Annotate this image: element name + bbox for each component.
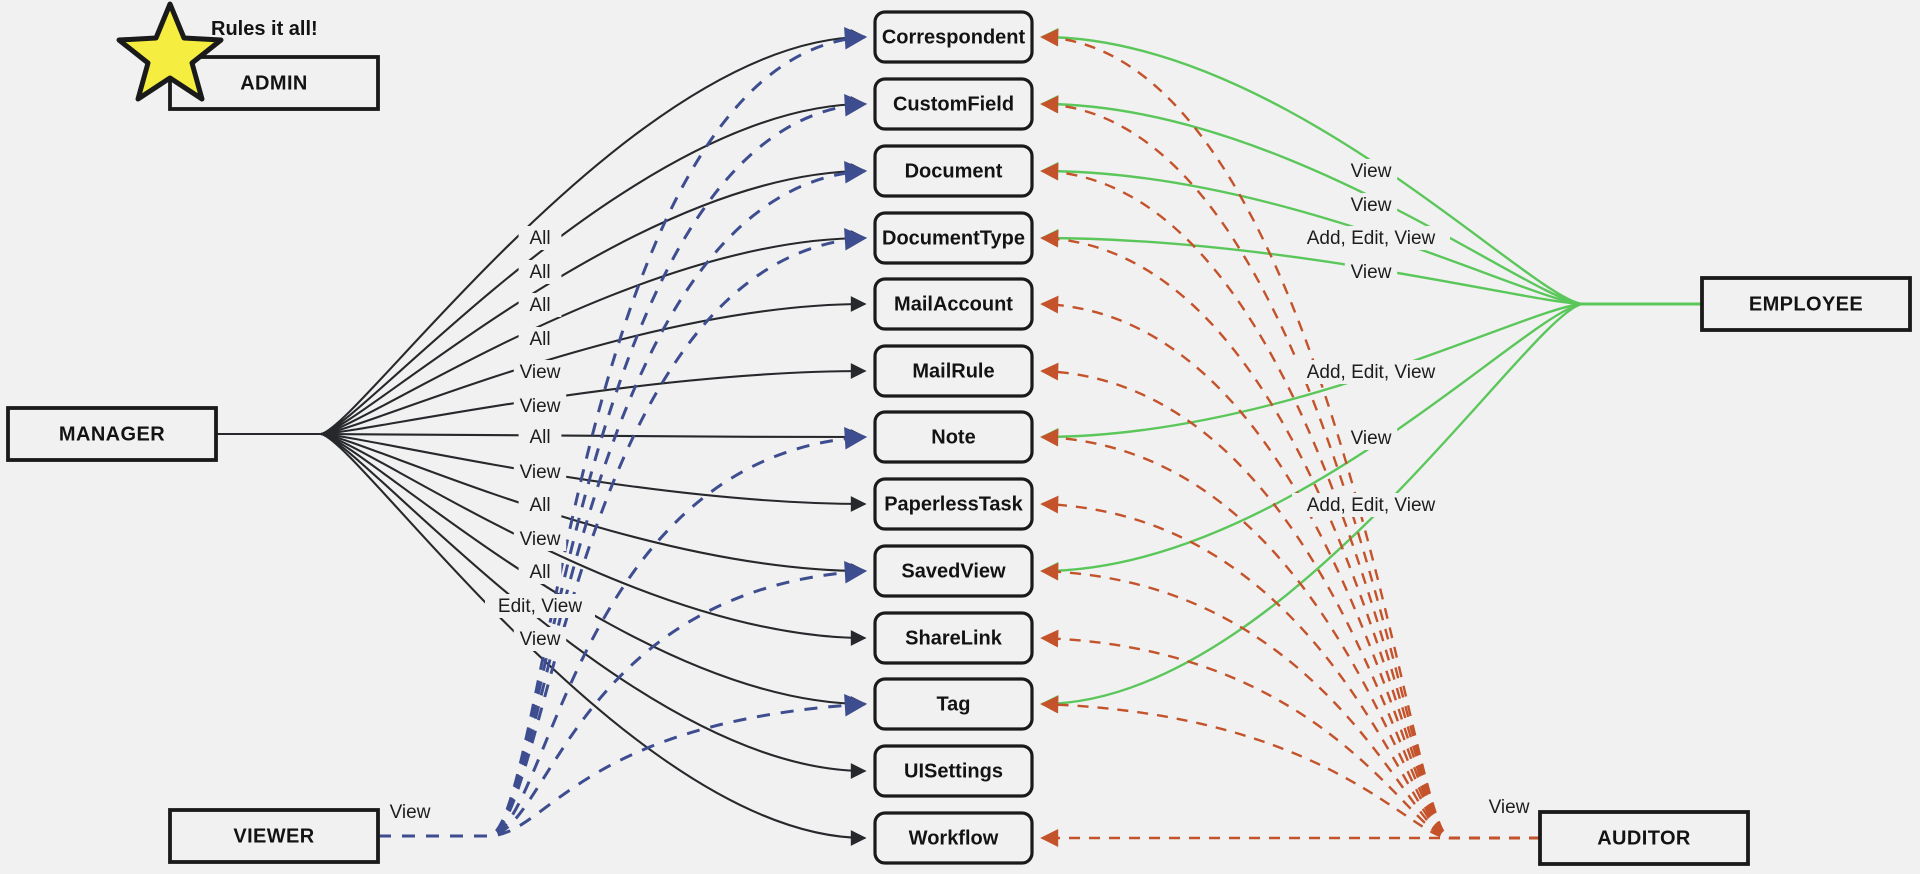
- star-note-label: Rules it all!: [211, 18, 318, 40]
- entity-node-uisettings-label: UISettings: [904, 760, 1003, 782]
- edge-label-manager-sharelink: View: [520, 529, 561, 550]
- edge-viewer-to-customfield: [378, 94, 868, 838]
- edge-auditor-to-tag: [1040, 695, 1540, 840]
- entity-node-documenttype[interactable]: DocumentType: [873, 211, 1034, 265]
- edge-label-manager-document: All: [529, 295, 550, 316]
- entity-node-uisettings[interactable]: UISettings: [873, 744, 1034, 798]
- edge-label-manager-note: All: [529, 427, 550, 448]
- actor-node-auditor-label: AUDITOR: [1597, 827, 1691, 849]
- entity-node-note[interactable]: Note: [873, 410, 1034, 464]
- edge-auditor-to-paperlesstask: [1040, 495, 1540, 840]
- edge-label-employee-correspondent: View: [1351, 161, 1392, 182]
- actor-node-manager-label: MANAGER: [59, 423, 165, 445]
- actor-node-employee-label: EMPLOYEE: [1749, 293, 1863, 315]
- edge-label-employee-customfield: View: [1351, 195, 1392, 216]
- edge-viewer-to-savedview: [378, 561, 868, 838]
- entity-node-paperlesstask-label: PaperlessTask: [884, 493, 1023, 515]
- entity-node-workflow-label: Workflow: [909, 827, 999, 849]
- entity-node-savedview[interactable]: SavedView: [873, 544, 1034, 598]
- edge-label-employee-document: Add, Edit, View: [1307, 228, 1436, 249]
- entity-node-correspondent-label: Correspondent: [882, 26, 1026, 48]
- edge-label-manager-savedview: All: [529, 495, 550, 516]
- edge-label-manager-paperlesstask: View: [520, 462, 561, 483]
- entity-node-document[interactable]: Document: [873, 144, 1034, 198]
- edge-label-manager-tag: All: [529, 562, 550, 583]
- entity-node-customfield-label: CustomField: [893, 93, 1014, 115]
- entity-node-savedview-label: SavedView: [901, 560, 1006, 582]
- entity-node-correspondent[interactable]: Correspondent: [873, 10, 1034, 64]
- edge-auditor-to-note: [1040, 428, 1540, 840]
- edge-viewer-to-tag: [378, 694, 868, 838]
- entity-node-mailrule-label: MailRule: [912, 360, 994, 382]
- actor-node-employee[interactable]: EMPLOYEE: [1700, 276, 1912, 332]
- entity-node-sharelink-label: ShareLink: [905, 627, 1003, 649]
- actor-node-manager[interactable]: MANAGER: [6, 406, 218, 462]
- node-layer: Correspondent CustomField Document Document…: [6, 10, 1912, 866]
- edge-label-employee-tag: Add, Edit, View: [1307, 495, 1436, 516]
- entity-node-paperlesstask[interactable]: PaperlessTask: [873, 477, 1034, 531]
- edge-label-manager-correspondent: All: [529, 228, 550, 249]
- edge-auditor-to-mailrule: [1040, 362, 1540, 840]
- entity-node-tag-label: Tag: [936, 693, 970, 715]
- edge-label-viewer-correspondent: View: [390, 802, 431, 823]
- edge-viewer-to-document: [378, 161, 868, 838]
- edge-label-manager-mailaccount: View: [520, 362, 561, 383]
- edge-label-employee-documenttype: View: [1351, 262, 1392, 283]
- permissions-diagram: All All All All View View All View All View All Edi…: [6, 1, 1912, 866]
- actor-node-admin-label: ADMIN: [240, 72, 308, 94]
- edge-label-auditor-workflow: View: [1489, 797, 1530, 818]
- entity-node-customfield[interactable]: CustomField: [873, 77, 1034, 131]
- entity-node-sharelink[interactable]: ShareLink: [873, 611, 1034, 665]
- edge-auditor-to-customfield: [1040, 95, 1540, 840]
- entity-node-tag[interactable]: Tag: [873, 677, 1034, 731]
- entity-node-note-label: Note: [931, 426, 975, 448]
- entity-node-mailrule[interactable]: MailRule: [873, 344, 1034, 398]
- edge-auditor-to-documenttype: [1040, 229, 1540, 840]
- edge-viewer-to-note: [378, 427, 868, 838]
- edge-label-manager-uisettings: Edit, View: [498, 596, 582, 617]
- actor-node-viewer[interactable]: VIEWER: [168, 808, 380, 864]
- entity-node-workflow[interactable]: Workflow: [873, 811, 1034, 865]
- edge-label-manager-customfield: All: [529, 262, 550, 283]
- edge-auditor-to-document: [1040, 162, 1540, 840]
- entity-node-mailaccount[interactable]: MailAccount: [873, 277, 1034, 331]
- entity-node-document-label: Document: [905, 160, 1003, 182]
- edge-viewer-to-documenttype: [378, 228, 868, 838]
- edge-label-manager-workflow: View: [520, 629, 561, 650]
- actor-node-viewer-label: VIEWER: [233, 825, 314, 847]
- edge-label-employee-note: Add, Edit, View: [1307, 362, 1436, 383]
- actor-node-auditor[interactable]: AUDITOR: [1538, 810, 1750, 866]
- edge-label-manager-mailrule: View: [520, 396, 561, 417]
- edge-label-employee-savedview: View: [1351, 428, 1392, 449]
- edge-label-manager-documenttype: All: [529, 329, 550, 350]
- edge-auditor-to-savedview: [1040, 562, 1540, 840]
- edge-auditor-to-sharelink: [1040, 629, 1540, 840]
- entity-node-documenttype-label: DocumentType: [882, 227, 1025, 249]
- entity-node-mailaccount-label: MailAccount: [894, 293, 1013, 315]
